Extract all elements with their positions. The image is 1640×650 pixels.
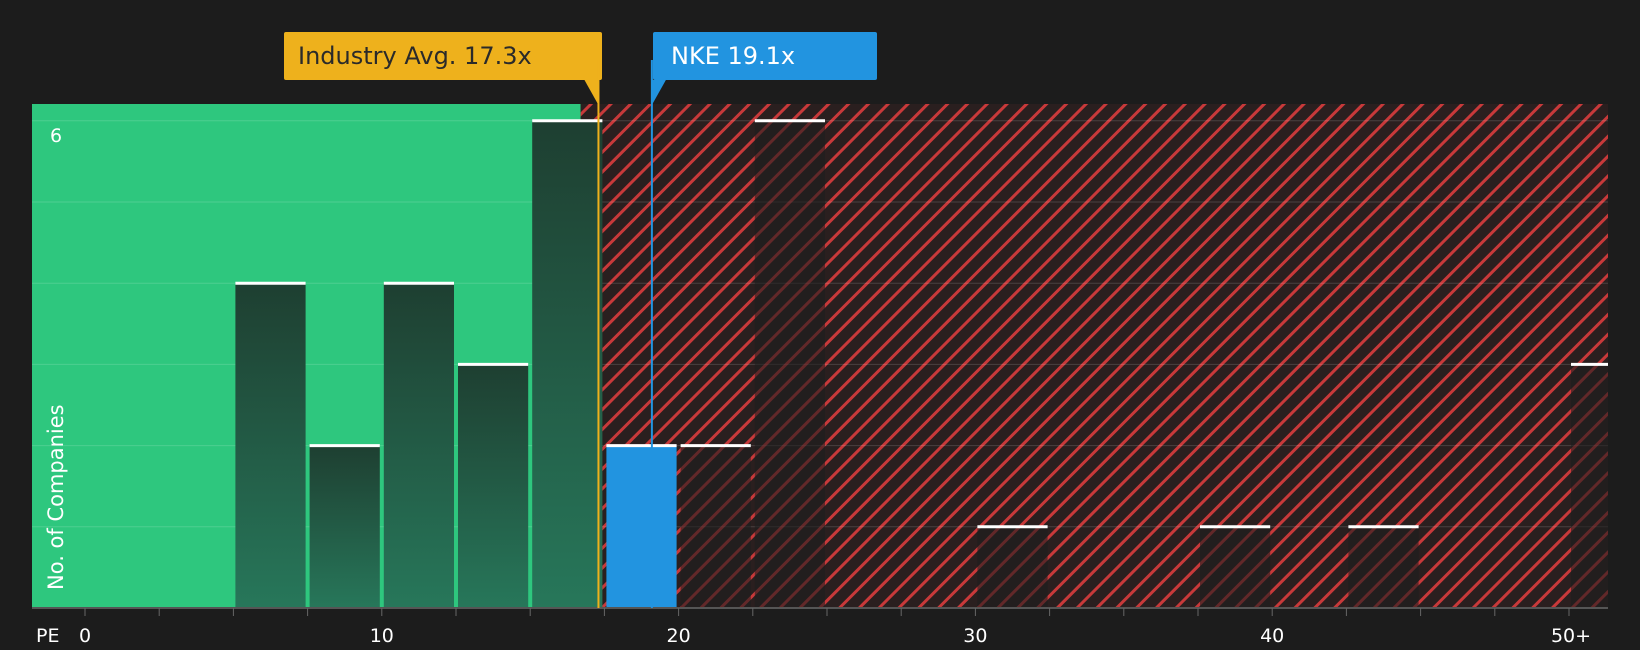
industry-callout-pointer (584, 80, 599, 105)
histogram-bar (1200, 526, 1271, 608)
x-tick-label: 10 (370, 625, 394, 647)
x-tick-label: 50+ (1551, 625, 1591, 647)
histogram-bar (1571, 364, 1608, 608)
histogram-bar (754, 120, 825, 609)
y-tick-label: 6 (50, 125, 62, 147)
histogram-bar (532, 120, 603, 609)
histogram-bar (680, 445, 751, 608)
x-tick-label: 30 (963, 625, 987, 647)
x-tick-label: 40 (1260, 625, 1284, 647)
nke-callout-pointer (651, 80, 666, 105)
x-tick-label: 20 (667, 625, 691, 647)
y-axis-title: No. of Companies (44, 404, 68, 590)
histogram-bar (235, 283, 306, 608)
histogram-bar (458, 364, 529, 608)
pe-distribution-chart: 0 10 20 30 40 50+ PE 6 No. of Companies (32, 60, 1608, 647)
histogram-bar (606, 445, 677, 608)
x-tick-label: 0 (79, 625, 91, 647)
x-axis-title: PE (36, 625, 59, 647)
histogram-bar (1348, 526, 1419, 608)
histogram-bar (977, 526, 1048, 608)
histogram-bar (383, 283, 454, 608)
histogram-bar (309, 445, 380, 608)
